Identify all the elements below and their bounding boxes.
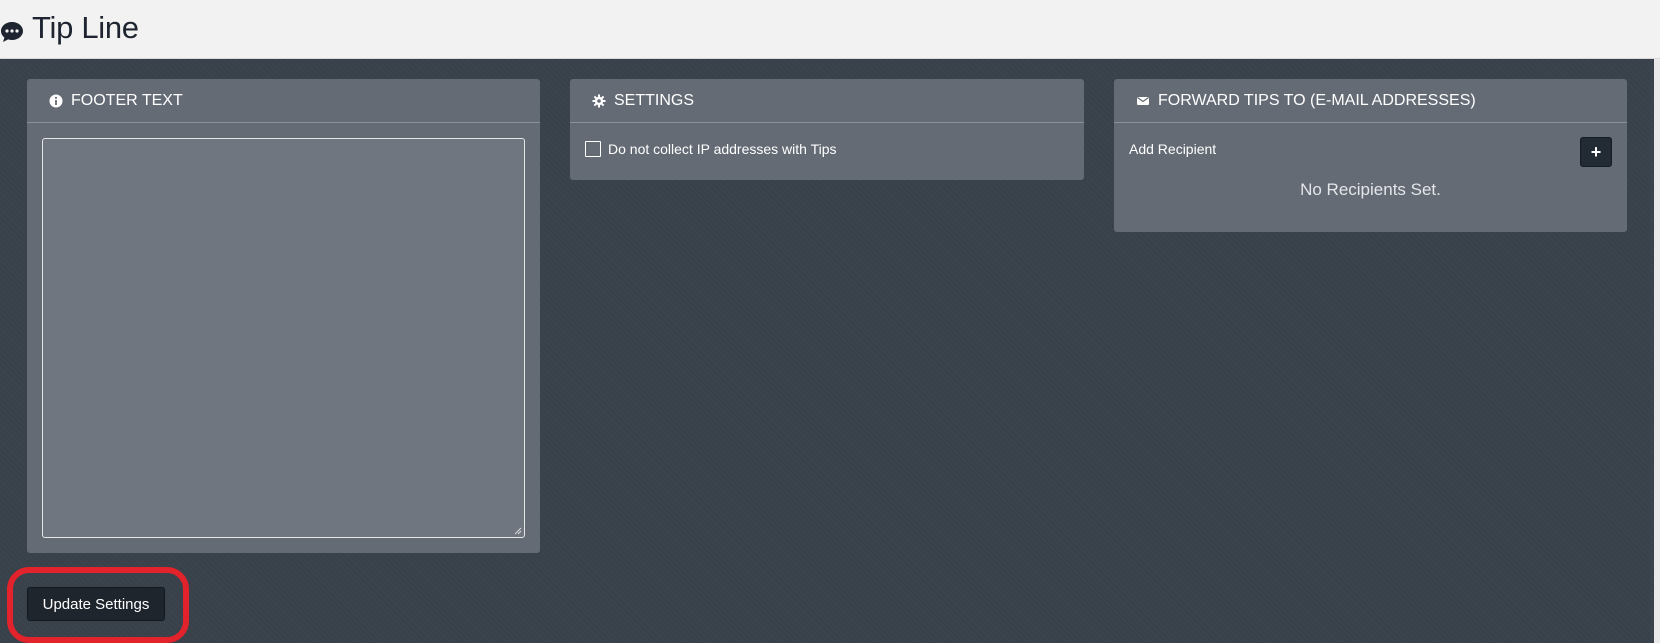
collect-ip-checkbox[interactable] (585, 141, 601, 157)
footer-text-input[interactable] (42, 138, 525, 538)
footer-text-title: FOOTER TEXT (71, 91, 183, 109)
settings-header: SETTINGS (570, 79, 1084, 123)
add-recipient-button[interactable]: + (1580, 137, 1612, 167)
forward-tips-panel: FORWARD TIPS TO (E-MAIL ADDRESSES) Add R… (1114, 79, 1627, 232)
gear-icon (592, 94, 606, 108)
empty-recipients-message: No Recipients Set. (1300, 180, 1441, 199)
forward-tips-header: FORWARD TIPS TO (E-MAIL ADDRESSES) (1114, 79, 1627, 123)
collect-ip-option[interactable]: Do not collect IP addresses with Tips (585, 141, 837, 157)
footer-text-panel: FOOTER TEXT (27, 79, 540, 553)
update-settings-button[interactable]: Update Settings (27, 587, 165, 621)
settings-title: SETTINGS (614, 91, 695, 109)
add-recipient-label: Add Recipient (1129, 141, 1217, 157)
envelope-icon (1136, 94, 1150, 108)
top-bar: Tip Line (0, 0, 1660, 59)
settings-panel: SETTINGS Do not collect IP addresses wit… (570, 79, 1084, 180)
collect-ip-label: Do not collect IP addresses with Tips (608, 141, 837, 157)
info-icon (49, 94, 63, 108)
scrollbar[interactable] (1654, 59, 1660, 643)
page-title: Tip Line (0, 10, 139, 46)
footer-text-header: FOOTER TEXT (27, 79, 540, 123)
chat-bubble-icon (0, 16, 24, 42)
page-title-text: Tip Line (32, 10, 139, 45)
resize-grip-icon[interactable] (514, 527, 522, 535)
forward-tips-title: FORWARD TIPS TO (E-MAIL ADDRESSES) (1158, 91, 1476, 109)
